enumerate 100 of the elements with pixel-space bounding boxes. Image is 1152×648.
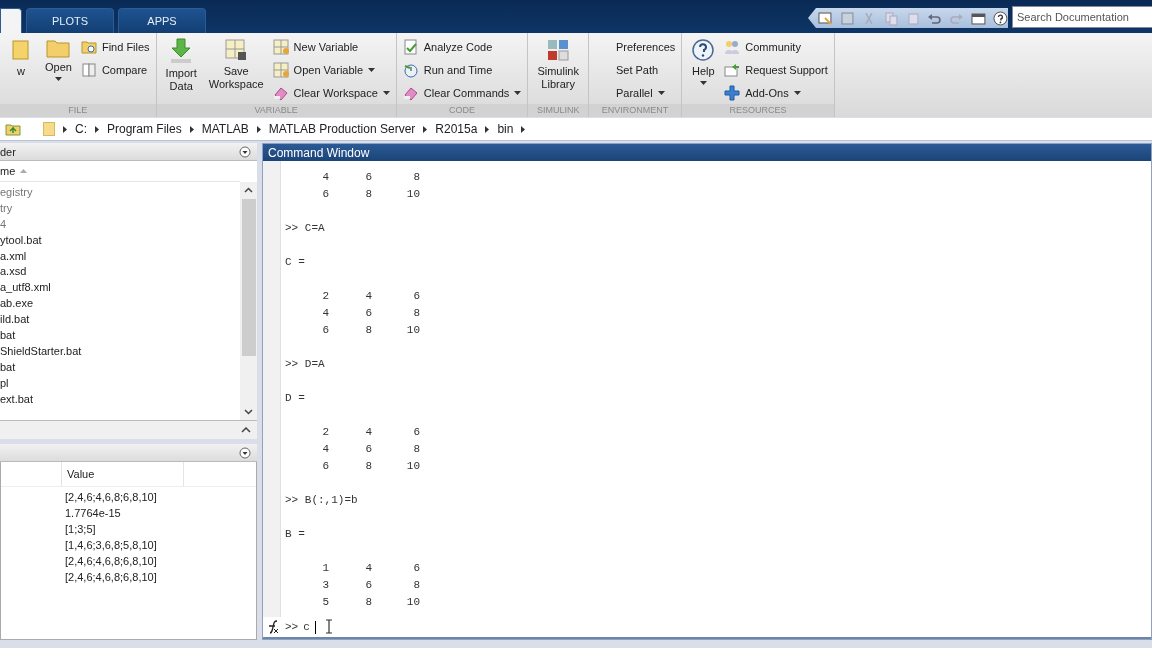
matrix-value: 10	[405, 187, 420, 202]
chevron-icon	[189, 125, 194, 133]
matrix-value: 6	[364, 578, 372, 593]
ribbon-button[interactable]: Save Workspace	[205, 36, 267, 104]
ribbon-button[interactable]: Simulink Library	[534, 36, 582, 104]
matrix-value: 6	[364, 442, 372, 457]
file-name[interactable]: bat	[0, 358, 240, 375]
ribbon-button[interactable]: Community	[724, 36, 828, 58]
ribbon-button[interactable]: Find Files	[80, 36, 150, 58]
path-segment[interactable]: MATLAB Production Server	[268, 122, 416, 136]
arrow-down-icon	[169, 38, 194, 64]
stopwatch-icon	[402, 62, 419, 78]
ribbon-button[interactable]: Clear Workspace	[272, 82, 390, 104]
scroll-down-icon[interactable]	[244, 409, 253, 415]
section-label: SIMULINK	[528, 104, 588, 117]
compare-icon	[80, 62, 97, 78]
ribbon-button[interactable]: Add-Ons	[724, 82, 828, 104]
envelope-arrow-icon	[724, 62, 741, 78]
column-header[interactable]: Value	[62, 462, 184, 486]
section-label: VARIABLE	[156, 104, 396, 117]
dropdown-icon[interactable]	[239, 446, 251, 459]
tab[interactable]	[0, 8, 22, 33]
chevron-icon	[256, 125, 261, 133]
path-segment[interactable]: R2015a	[435, 122, 478, 136]
output-text: C =	[285, 255, 305, 270]
ribbon-button[interactable]: Clear Commands	[402, 82, 522, 104]
scroll-up-icon[interactable]	[244, 187, 253, 193]
matrix-value: 6	[321, 323, 329, 338]
ribbon-button[interactable]: Compare	[80, 59, 150, 81]
column-header[interactable]: me	[0, 165, 16, 177]
section-label: RESOURCES	[682, 104, 834, 117]
ribbon-button[interactable]: Parallel	[594, 82, 676, 104]
panel-title: der	[0, 145, 16, 158]
dropdown-icon[interactable]	[239, 145, 251, 158]
layout-icon[interactable]	[818, 10, 833, 26]
path-segment[interactable]: Program Files	[107, 122, 182, 136]
ribbon-button[interactable]: Open	[42, 36, 75, 104]
file-name[interactable]: ab.exe	[0, 295, 240, 312]
path-segment[interactable]: MATLAB	[201, 122, 249, 136]
ribbon-button[interactable]: Open Variable	[272, 59, 390, 81]
checkmark-document-icon	[402, 39, 419, 55]
search-field[interactable]: Search Documentation	[1012, 6, 1152, 28]
caret-icon	[793, 91, 801, 95]
ribbon-button[interactable]: Request Support	[724, 59, 828, 81]
folder-search-icon	[80, 39, 97, 55]
file-name[interactable]: pl	[0, 374, 240, 391]
file-name[interactable]: bat	[0, 327, 240, 343]
folder-up-icon[interactable]	[5, 122, 21, 136]
collapse-icon[interactable]	[241, 427, 251, 433]
matrix-value: 8	[364, 595, 372, 610]
file-name[interactable]: a.xml	[0, 247, 240, 264]
plus-icon	[724, 85, 741, 101]
output-text: B =	[285, 527, 305, 542]
matrix-value: 4	[321, 306, 329, 321]
file-name[interactable]: ild.bat	[0, 311, 240, 327]
output-text: D =	[285, 391, 305, 406]
file-name[interactable]: ytool.bat	[0, 231, 240, 248]
ribbon-button[interactable]: Preferences	[594, 36, 676, 58]
window-icon[interactable]	[971, 10, 987, 26]
chevron-icon	[95, 125, 99, 133]
chevron-icon	[521, 125, 526, 133]
matrix-value: 6	[364, 170, 372, 185]
function-icon[interactable]	[266, 620, 280, 634]
ribbon-button[interactable]: Run and Time	[402, 59, 522, 81]
scrollbar-thumb[interactable]	[241, 199, 256, 356]
ribbon-button[interactable]: Help	[688, 36, 719, 104]
file-name[interactable]: a_utf8.xml	[0, 279, 240, 296]
path-segment[interactable]: C:	[75, 122, 87, 136]
eraser-icon	[272, 85, 289, 101]
scrollbar[interactable]	[240, 182, 257, 420]
folder-name[interactable]: egistry	[0, 184, 240, 200]
sort-arrow-icon	[20, 169, 28, 173]
matrix-value: 4	[321, 170, 329, 185]
ribbon-button[interactable]: New Variable	[272, 36, 390, 58]
table-cell-text: 1.7764e-15	[65, 506, 121, 521]
matrix-value: 8	[412, 170, 420, 185]
matrix-value: 4	[364, 425, 372, 440]
table-cell-text: [1,4,6;3,6,8;5,8,10]	[65, 538, 157, 553]
caret-icon	[382, 91, 390, 95]
folder-name[interactable]: try	[0, 199, 240, 216]
path-segment[interactable]: bin	[497, 122, 514, 136]
ribbon-button[interactable]: Set Path	[594, 59, 676, 81]
ribbon-button[interactable]: Import Data	[162, 36, 200, 104]
matrix-value: 8	[364, 323, 372, 338]
folder-icon	[46, 38, 71, 58]
ribbon-button[interactable]: Analyze Code	[402, 36, 522, 58]
matrix-value: 6	[412, 289, 420, 304]
folder-name[interactable]: 4	[0, 215, 240, 232]
file-name[interactable]: ShieldStarter.bat	[0, 342, 240, 359]
command-line: >> B(:,1)=b	[285, 493, 358, 508]
section-label: ENVIRONMENT	[588, 104, 682, 117]
tab[interactable]: PLOTS	[26, 8, 114, 33]
ribbon-button[interactable]: w	[6, 36, 36, 104]
command-line: >> C=A	[285, 221, 325, 236]
tab[interactable]: APPS	[118, 8, 206, 33]
file-name[interactable]: a.xsd	[0, 263, 240, 280]
help-icon[interactable]	[993, 10, 1008, 26]
file-name[interactable]: ext.bat	[0, 390, 240, 407]
text-cursor-icon	[325, 619, 333, 634]
command-input[interactable]: c	[303, 620, 317, 634]
